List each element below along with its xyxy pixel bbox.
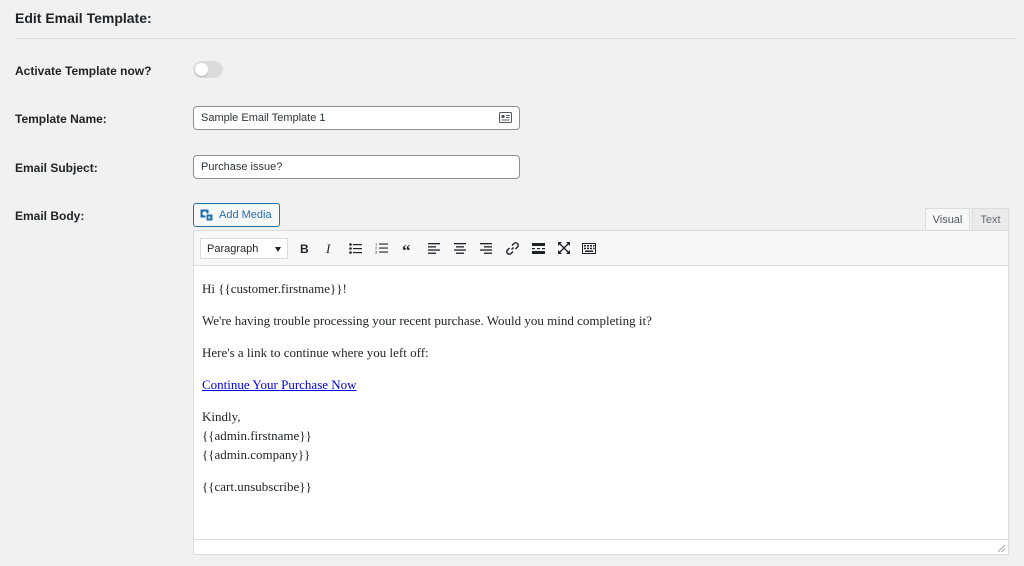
page-title: Edit Email Template: [15, 10, 152, 26]
read-more-icon [531, 242, 545, 254]
toggle-knob [195, 63, 208, 76]
bulleted-list-icon [348, 242, 362, 254]
template-name-label: Template Name: [15, 112, 107, 126]
unsubscribe-token: {{cart.unsubscribe}} [202, 479, 312, 494]
body-line-2: Here's a link to continue where you left… [202, 345, 429, 360]
add-media-label: Add Media [219, 209, 272, 221]
email-subject-label: Email Subject: [15, 161, 98, 175]
svg-text:I: I [325, 242, 331, 254]
read-more-button[interactable] [529, 239, 547, 257]
tab-visual[interactable]: Visual [925, 208, 970, 230]
continue-purchase-link[interactable]: Continue Your Purchase Now [202, 377, 357, 392]
insert-link-icon [505, 241, 519, 255]
format-select-value: Paragraph [207, 242, 259, 255]
contact-card-icon[interactable] [499, 112, 512, 123]
add-media-button[interactable]: Add Media [193, 203, 280, 227]
fullscreen-icon [558, 242, 570, 254]
media-icon [200, 209, 214, 221]
align-left-icon [428, 242, 440, 254]
italic-button[interactable]: I [320, 239, 338, 257]
rich-text-editor: Paragraph B I 1 2 3 “ Hi {{customer.firs… [193, 230, 1009, 555]
divider [15, 38, 1016, 39]
signature-name: {{admin.firstname}} [202, 428, 312, 443]
email-subject-input[interactable] [193, 155, 520, 179]
insert-link-button[interactable] [503, 239, 521, 257]
resize-grip-icon[interactable] [997, 544, 1005, 552]
align-center-button[interactable] [451, 239, 469, 257]
blockquote-button[interactable]: “ [399, 239, 417, 257]
italic-icon: I [325, 242, 331, 254]
svg-text:“: “ [402, 243, 411, 253]
bold-icon: B [300, 242, 309, 254]
numbered-list-button[interactable]: 1 2 3 [372, 239, 390, 257]
sign-off: Kindly, [202, 409, 241, 424]
chevron-down-icon [275, 247, 281, 252]
align-left-button[interactable] [425, 239, 443, 257]
signature-company: {{admin.company}} [202, 447, 311, 462]
align-right-icon [480, 242, 492, 254]
toolbar-toggle-button[interactable] [580, 239, 598, 257]
paragraph-format-select[interactable]: Paragraph [200, 238, 288, 259]
align-right-button[interactable] [477, 239, 495, 257]
svg-text:3: 3 [375, 250, 378, 255]
body-line-1: We're having trouble processing your rec… [202, 313, 652, 328]
email-body-label: Email Body: [15, 209, 85, 223]
numbered-list-icon: 1 2 3 [375, 242, 388, 254]
greeting-line: Hi {{customer.firstname}}! [202, 281, 347, 296]
align-center-icon [454, 242, 466, 254]
tab-text[interactable]: Text [972, 208, 1009, 230]
editor-content[interactable]: Hi {{customer.firstname}}! We're having … [194, 266, 1008, 540]
editor-statusbar [194, 539, 1008, 554]
bulleted-list-button[interactable] [346, 239, 364, 257]
activate-template-label: Activate Template now? [15, 64, 152, 78]
fullscreen-button[interactable] [555, 239, 573, 257]
editor-toolbar: Paragraph B I 1 2 3 “ [194, 231, 1008, 266]
template-name-input[interactable] [193, 106, 520, 130]
activate-template-toggle[interactable] [193, 61, 223, 78]
bold-button[interactable]: B [295, 239, 313, 257]
svg-text:B: B [300, 242, 309, 254]
blockquote-icon: “ [402, 243, 411, 253]
toolbar-toggle-icon [582, 242, 596, 254]
